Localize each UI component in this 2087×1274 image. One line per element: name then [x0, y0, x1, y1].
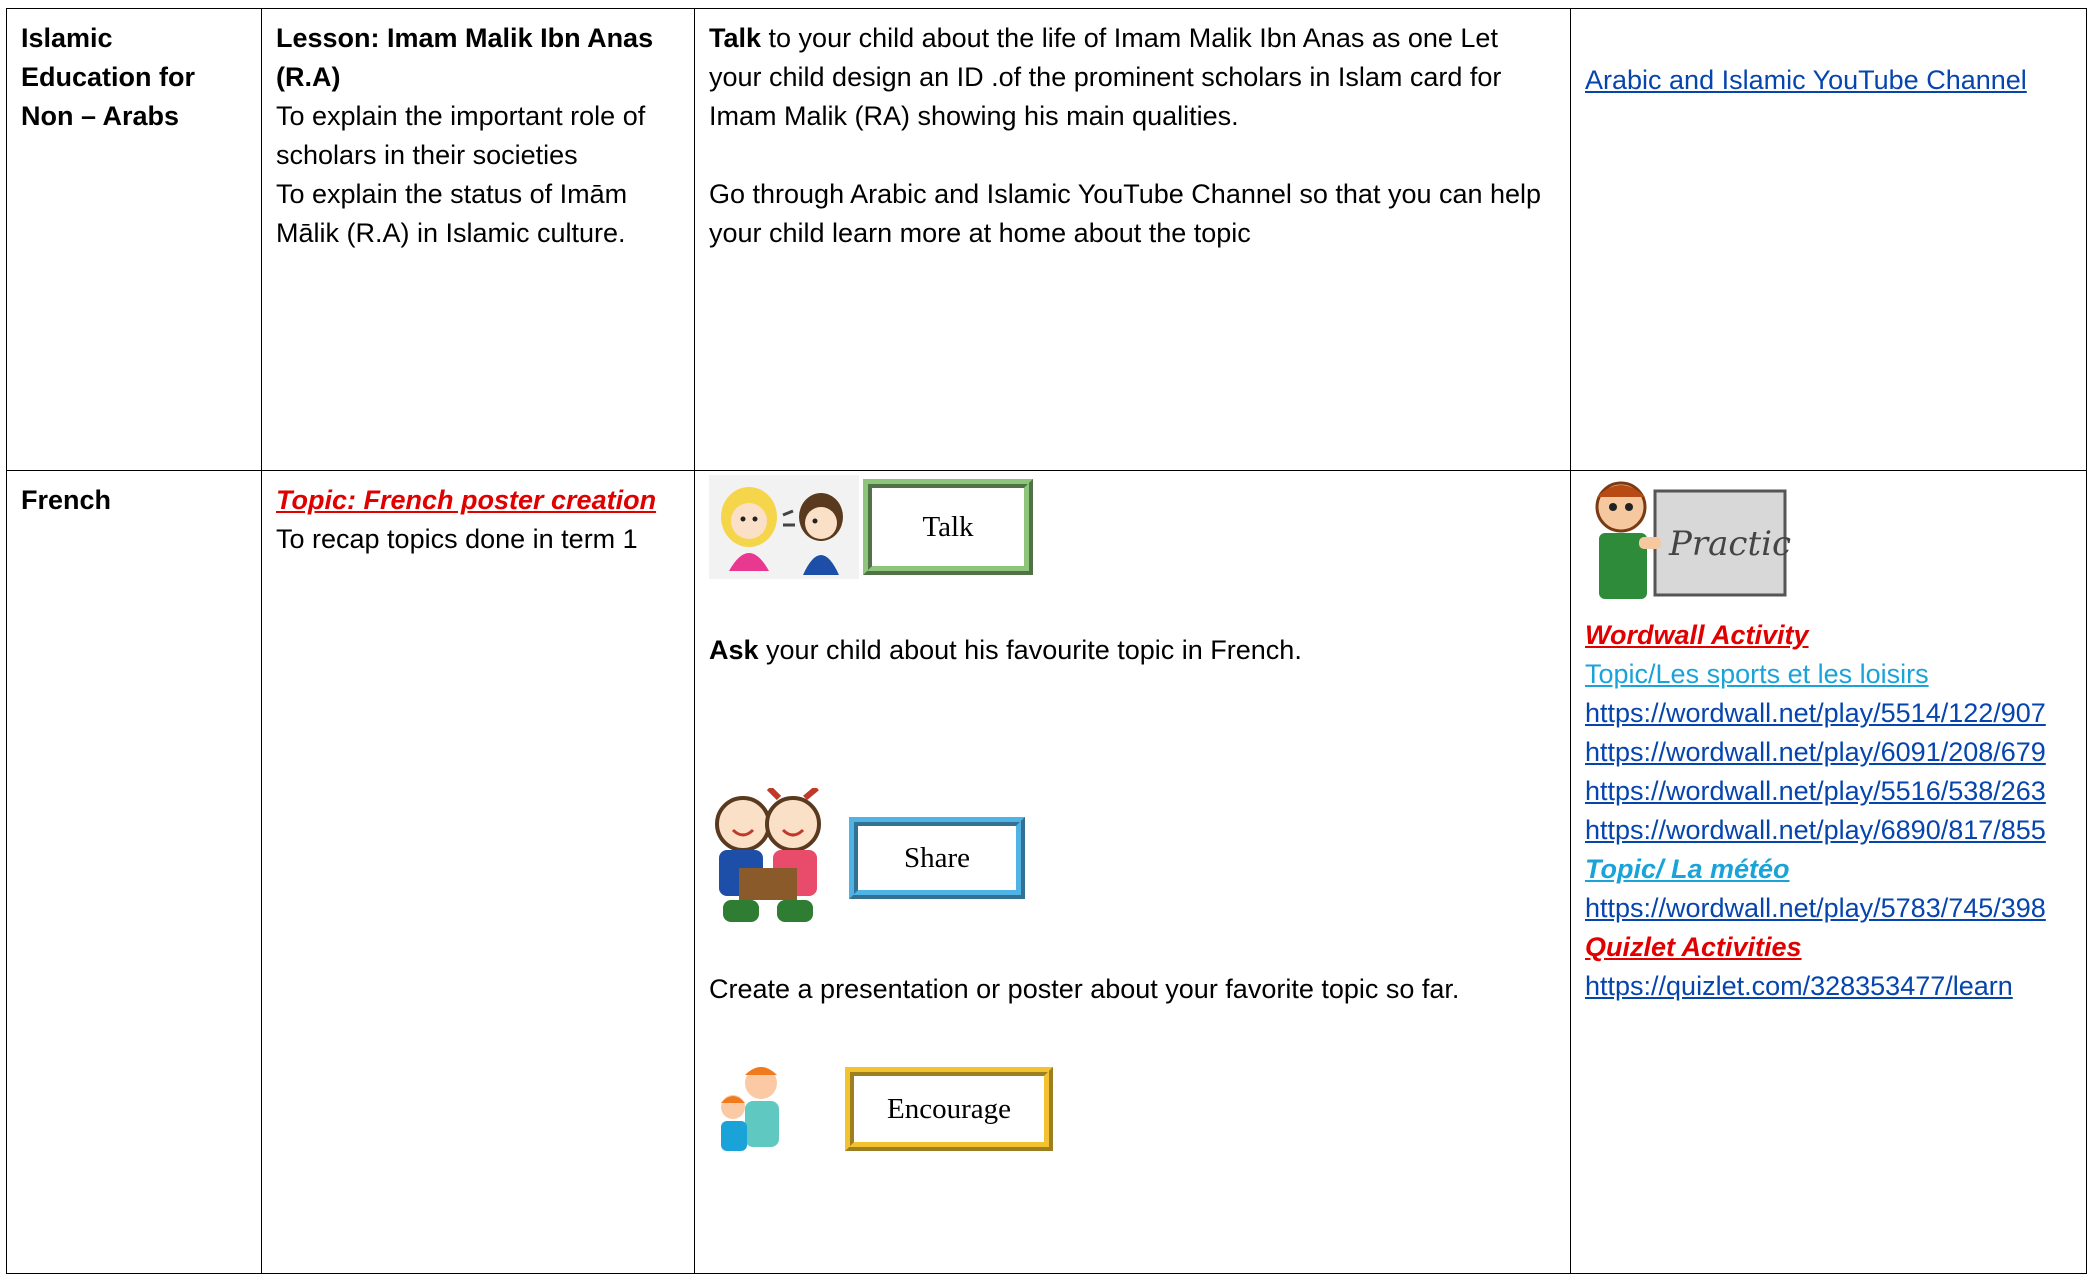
table-row: Islamic Education for Non – Arabs Lesson… — [6, 8, 2087, 471]
meteo-link[interactable]: https://wordwall.net/play/5783/745/398 — [1585, 889, 2072, 928]
resource-cell: Arabic and Islamic YouTube Channel — [1570, 8, 2087, 471]
wordwall-link[interactable]: https://wordwall.net/play/6890/817/855 — [1585, 811, 2072, 850]
topic-heading[interactable]: Topic: French poster creation — [276, 481, 680, 520]
ask-keyword: Ask — [709, 635, 759, 665]
activity-cell: Talk to your child about the life of Ima… — [694, 8, 1571, 471]
ask-paragraph: Ask your child about his favourite topic… — [709, 631, 1556, 670]
wordwall-link[interactable]: https://wordwall.net/play/6091/208/679 — [1585, 733, 2072, 772]
table-row: French Topic: French poster creation To … — [6, 470, 2087, 1274]
channel-paragraph: Go through Arabic and Islamic YouTube Ch… — [709, 179, 1542, 248]
lesson-cell: Topic: French poster creation To recap t… — [261, 470, 695, 1274]
share-button[interactable]: Share — [849, 817, 1025, 899]
encourage-button[interactable]: Encourage — [845, 1067, 1053, 1151]
subject-cell: French — [6, 470, 262, 1274]
subject-label: French — [21, 485, 112, 515]
quizlet-link[interactable]: https://quizlet.com/328353477/learn — [1585, 967, 2072, 1006]
activity-cell: Talk Ask your child about his favourite … — [694, 470, 1571, 1274]
children-reading-icon — [715, 788, 821, 922]
talk-paragraph: Talk to your child about the life of Ima… — [709, 19, 1556, 136]
talk-text: to your child about the life of Imam Mal… — [709, 23, 1502, 131]
talk-row: Talk — [709, 473, 1556, 581]
quizlet-heading[interactable]: Quizlet Activities — [1585, 928, 2072, 967]
ask-text: your child about his favourite topic in … — [758, 635, 1302, 665]
topic-meteo-heading[interactable]: Topic/ La météo — [1585, 850, 2072, 889]
talk-keyword: Talk — [709, 23, 762, 53]
create-paragraph: Create a presentation or poster about yo… — [709, 974, 1460, 1004]
youtube-channel-link[interactable]: Arabic and Islamic YouTube Channel — [1585, 61, 2072, 100]
objective-1: To explain the important role of scholar… — [276, 101, 646, 170]
wordwall-heading[interactable]: Wordwall Activity — [1585, 616, 2072, 655]
share-row: Share — [709, 788, 1556, 928]
weekly-plan-table: Islamic Education for Non – Arabs Lesson… — [6, 8, 2087, 1274]
objective-2: To explain the status of Imām Mālik (R.A… — [276, 179, 628, 248]
subject-label: Islamic Education for Non – Arabs — [21, 23, 195, 131]
parent-child-icon — [721, 1067, 779, 1151]
resource-cell: Practice Wordwall Activity Topic/Les spo… — [1570, 470, 2087, 1274]
lesson-title: Lesson: Imam Malik Ibn Anas (R.A) — [276, 23, 654, 92]
practice-sign-text: Practice — [1668, 524, 1791, 564]
objective: To recap topics done in term 1 — [276, 524, 638, 554]
practice-sign-icon: Practice — [1595, 481, 1811, 599]
talk-button[interactable]: Talk — [863, 479, 1033, 575]
subject-cell: Islamic Education for Non – Arabs — [6, 8, 262, 471]
wordwall-link[interactable]: https://wordwall.net/play/5514/122/907 — [1585, 694, 2072, 733]
wordwall-link[interactable]: https://wordwall.net/play/5516/538/263 — [1585, 772, 2072, 811]
page: Islamic Education for Non – Arabs Lesson… — [0, 0, 2087, 1274]
encourage-row: Encourage — [709, 1061, 1556, 1157]
two-children-talking-icon — [709, 475, 859, 579]
topic-sports-link[interactable]: Topic/Les sports et les loisirs — [1585, 655, 2072, 694]
lesson-cell: Lesson: Imam Malik Ibn Anas (R.A) To exp… — [261, 8, 695, 471]
